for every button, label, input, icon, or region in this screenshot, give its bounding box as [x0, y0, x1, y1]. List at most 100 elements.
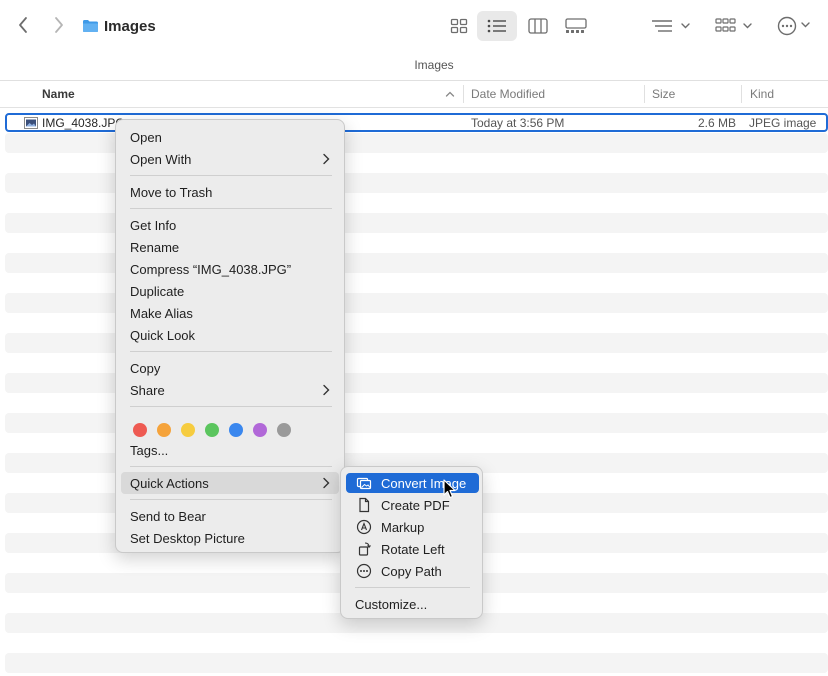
submenu-item-create-pdf[interactable]: Create PDF — [346, 495, 479, 515]
menu-item-label: Open With — [130, 151, 192, 167]
gallery-icon — [565, 18, 587, 33]
back-button[interactable] — [12, 13, 34, 37]
menu-item-label: Duplicate — [130, 283, 185, 299]
menu-item-label: Open — [130, 129, 162, 145]
convert-image-icon — [356, 477, 372, 490]
context-menu: Open Open With Move to Trash Get Info Re… — [115, 119, 345, 553]
view-switcher — [439, 11, 599, 41]
submenu-item-rotate-left[interactable]: Rotate Left — [346, 539, 479, 559]
menu-item-share[interactable]: Share — [121, 379, 339, 401]
path-bar-label: Images — [414, 58, 454, 72]
tag-orange[interactable] — [157, 423, 171, 437]
menu-item-quick-look[interactable]: Quick Look — [121, 324, 339, 346]
folder-icon — [83, 20, 98, 32]
more-actions-button[interactable] — [776, 14, 820, 38]
chevron-right-icon — [323, 477, 330, 489]
menu-item-label: Copy — [130, 360, 161, 376]
menu-item-label: Make Alias — [130, 305, 193, 321]
submenu-item-markup[interactable]: Markup — [346, 517, 479, 537]
menu-item-label: Quick Actions — [130, 475, 209, 491]
column-name[interactable]: Name — [42, 81, 75, 107]
tag-purple[interactable] — [253, 423, 267, 437]
tag-red[interactable] — [133, 423, 147, 437]
toolbar: Images — [0, 0, 828, 52]
menu-item-set-desktop-picture[interactable]: Set Desktop Picture — [121, 527, 339, 549]
jpeg-file-icon — [24, 117, 38, 129]
menu-separator — [130, 406, 332, 407]
menu-item-label: Rename — [130, 239, 180, 255]
menu-item-rename[interactable]: Rename — [121, 236, 339, 258]
markup-pen-icon — [356, 519, 372, 535]
sort-ascending-icon — [445, 91, 455, 97]
menu-item-make-alias[interactable]: Make Alias — [121, 302, 339, 324]
menu-item-duplicate[interactable]: Duplicate — [121, 280, 339, 302]
submenu-item-label: Customize... — [355, 596, 428, 612]
column-header: Name Date Modified Size Kind — [0, 81, 828, 108]
tag-yellow[interactable] — [181, 423, 195, 437]
rotate-left-icon — [358, 542, 371, 556]
submenu-item-label: Create PDF — [381, 497, 450, 513]
menu-item-open-with[interactable]: Open With — [121, 148, 339, 170]
arrange-button[interactable] — [713, 15, 757, 37]
menu-separator — [130, 466, 332, 467]
submenu-item-label: Rotate Left — [381, 541, 445, 557]
list-view-button[interactable] — [477, 11, 517, 41]
ellipsis-circle-icon — [777, 16, 810, 36]
menu-item-label: Compress “IMG_4038.JPG” — [130, 261, 292, 277]
column-divider[interactable] — [644, 85, 645, 103]
menu-item-label: Tags... — [130, 442, 169, 458]
forward-button[interactable] — [48, 13, 70, 37]
chevron-right-icon — [55, 17, 63, 33]
menu-item-label: Share — [130, 382, 165, 398]
menu-item-label: Quick Look — [130, 327, 196, 343]
menu-item-label: Get Info — [130, 217, 177, 233]
file-kind: JPEG image — [749, 115, 817, 130]
columns-icon — [528, 18, 548, 34]
menu-item-send-to-bear[interactable]: Send to Bear — [121, 505, 339, 527]
group-list-icon — [652, 20, 690, 32]
menu-separator — [130, 499, 332, 500]
menu-separator — [130, 208, 332, 209]
tag-gray[interactable] — [277, 423, 291, 437]
window-title: Images — [82, 15, 156, 37]
gallery-view-button[interactable] — [556, 11, 596, 41]
column-view-button[interactable] — [518, 11, 558, 41]
menu-item-quick-actions[interactable]: Quick Actions — [121, 472, 339, 494]
icon-view-button[interactable] — [439, 11, 479, 41]
mouse-pointer-icon — [443, 479, 456, 499]
file-size: 2.6 MB — [697, 115, 736, 130]
column-date-modified[interactable]: Date Modified — [471, 81, 545, 107]
chevron-right-icon — [323, 384, 330, 396]
menu-separator — [130, 175, 332, 176]
menu-item-compress[interactable]: Compress “IMG_4038.JPG” — [121, 258, 339, 280]
window-title-text: Images — [104, 17, 156, 35]
ellipsis-circle-icon — [356, 563, 372, 579]
list-icon — [487, 19, 506, 33]
tag-blue[interactable] — [229, 423, 243, 437]
arrange-grid-icon — [715, 18, 752, 32]
file-date-modified: Today at 3:56 PM — [471, 115, 565, 130]
column-kind[interactable]: Kind — [750, 81, 774, 107]
submenu-item-copy-path[interactable]: Copy Path — [346, 561, 479, 581]
document-icon — [359, 497, 370, 513]
menu-item-copy[interactable]: Copy — [121, 357, 339, 379]
chevron-left-icon — [19, 17, 27, 33]
empty-row — [5, 653, 828, 673]
quick-actions-submenu: Convert Image Create PDF Markup Rotate L… — [340, 466, 483, 619]
menu-item-label: Set Desktop Picture — [130, 530, 245, 546]
chevron-right-icon — [323, 153, 330, 165]
grid-icon — [450, 18, 468, 34]
menu-item-move-to-trash[interactable]: Move to Trash — [121, 181, 339, 203]
menu-item-open[interactable]: Open — [121, 126, 339, 148]
submenu-item-label: Markup — [381, 519, 425, 535]
tag-green[interactable] — [205, 423, 219, 437]
menu-item-tags[interactable]: Tags... — [121, 439, 339, 461]
file-name: IMG_4038.JPG — [42, 115, 125, 130]
column-divider[interactable] — [741, 85, 742, 103]
column-size[interactable]: Size — [652, 81, 675, 107]
menu-item-get-info[interactable]: Get Info — [121, 214, 339, 236]
submenu-item-customize[interactable]: Customize... — [346, 594, 479, 614]
submenu-item-convert-image[interactable]: Convert Image — [346, 473, 479, 493]
group-by-button[interactable] — [648, 15, 692, 37]
column-divider[interactable] — [463, 85, 464, 103]
